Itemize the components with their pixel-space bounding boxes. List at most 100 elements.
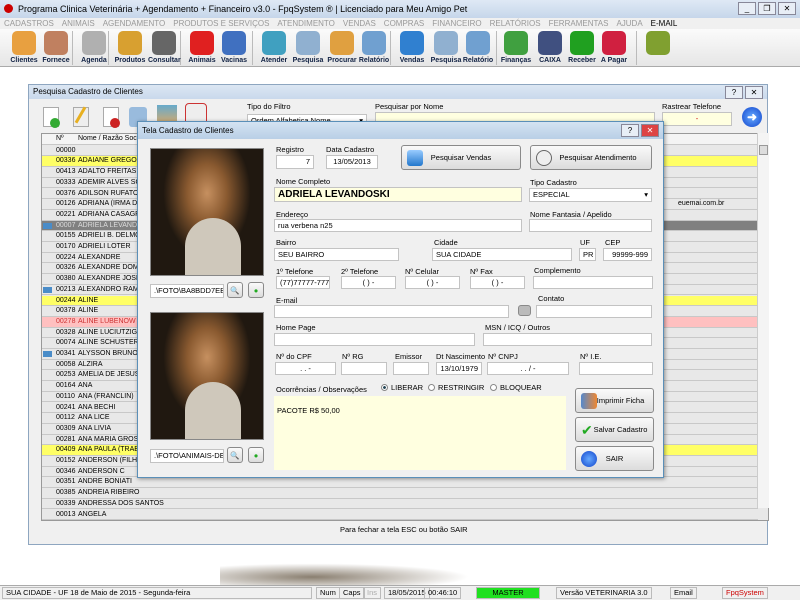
delete-doc-icon[interactable] — [103, 107, 120, 128]
toolbar-button-fornece[interactable]: Fornece — [40, 31, 72, 64]
name-search-label: Pesquisar por Nome — [375, 102, 444, 111]
toolbar-button-produtos[interactable]: Produtos — [114, 31, 146, 64]
cidade-field[interactable]: SUA CIDADE — [432, 248, 572, 261]
table-row[interactable]: 00339 ANDRESSA DOS SANTOS — [42, 499, 758, 510]
data-cadastro-field[interactable]: 13/05/2013 — [326, 155, 378, 169]
fax-field[interactable]: ( ) - — [470, 276, 525, 289]
table-row[interactable]: 00385 ANDREIA RIBEIRO — [42, 488, 758, 499]
menu-email[interactable]: E-MAIL — [651, 18, 678, 29]
registro-field[interactable]: 7 — [276, 155, 314, 169]
obs-textarea[interactable]: PACOTE R$ 50,00 — [274, 396, 566, 470]
close-button[interactable]: ✕ — [778, 2, 796, 15]
menu-item[interactable]: AJUDA — [616, 18, 642, 29]
toolbar-button-procurar[interactable]: Procurar — [326, 31, 358, 64]
minimize-button[interactable]: _ — [738, 2, 756, 15]
complemento-field[interactable] — [533, 276, 653, 289]
fantasia-field[interactable] — [529, 219, 652, 232]
toolbar-button-relatório[interactable]: Relatório — [358, 31, 390, 64]
cpf-field[interactable]: . . - — [275, 362, 336, 375]
toolbar-button-a pagar[interactable]: A Pagar — [598, 31, 630, 64]
dialog-help-button[interactable]: ? — [621, 124, 639, 137]
toolbar-button-clientes[interactable]: Clientes — [8, 31, 40, 64]
toolbar-button-finanças[interactable]: Finanças — [500, 31, 532, 64]
search-service-button[interactable]: Pesquisar Atendimento — [530, 145, 652, 170]
menu-item[interactable]: ANIMAIS — [62, 18, 95, 29]
photo1-search-button[interactable]: 🔍 — [227, 282, 243, 298]
close-search-button[interactable]: ✕ — [745, 86, 763, 99]
dialog-close-button[interactable]: ✕ — [641, 124, 659, 137]
photo2-search-button[interactable]: 🔍 — [227, 447, 243, 463]
table-row[interactable]: 00351 ANDRE BONIATI — [42, 477, 758, 489]
vertical-scrollbar[interactable] — [757, 133, 769, 508]
exit-button[interactable]: SAIR — [575, 446, 654, 471]
print-form-button[interactable]: Imprimir Ficha — [575, 388, 654, 413]
toolbar-button-caixa[interactable]: CAIXA — [534, 31, 566, 64]
tipo-select[interactable]: ESPECIAL ▾ — [529, 188, 652, 202]
edit-doc-icon[interactable] — [73, 106, 89, 127]
menu-item[interactable]: VENDAS — [343, 18, 376, 29]
menu-item[interactable]: RELATÓRIOS — [490, 18, 541, 29]
menu-item[interactable]: FERRAMENTAS — [549, 18, 609, 29]
cpf-label: Nº do CPF — [276, 352, 312, 361]
help-button[interactable]: ? — [725, 86, 743, 99]
finanças-icon — [504, 31, 528, 55]
tel2-field[interactable]: ( ) - — [341, 276, 396, 289]
toolbar-button-receber[interactable]: Receber — [566, 31, 598, 64]
homepage-field[interactable] — [274, 333, 475, 346]
send-email-button[interactable] — [518, 305, 531, 316]
cnpj-field[interactable]: . . / - — [487, 362, 569, 375]
toolbar-button-exit[interactable] — [642, 31, 674, 57]
cell-number: 00341 — [56, 350, 76, 357]
menu-item[interactable]: COMPRAS — [384, 18, 424, 29]
bairro-field[interactable]: SEU BAIRRO — [274, 248, 399, 261]
tel2-label: 2º Telefone — [341, 267, 379, 276]
menu-item[interactable]: ATENDIMENTO — [277, 18, 334, 29]
uf-field[interactable]: PR — [579, 248, 596, 261]
msn-field[interactable] — [483, 333, 652, 346]
toolbar-button-relatório[interactable]: Relatório — [462, 31, 494, 64]
toolbar-button-vacinas[interactable]: Vacinas — [218, 31, 250, 64]
cell-number: 00155 — [56, 232, 76, 240]
photo2-load-button[interactable]: ● — [248, 447, 264, 463]
cel-field[interactable]: ( ) - — [405, 276, 460, 289]
toolbar-button-pesquisa[interactable]: Pesquisa — [292, 31, 324, 64]
toolbar-button-vendas[interactable]: Vendas — [396, 31, 428, 64]
email-field[interactable] — [274, 305, 509, 318]
cell-number: 00376 — [56, 189, 76, 197]
cep-field[interactable]: 99999-999 — [603, 248, 652, 261]
maximize-button[interactable]: ❐ — [758, 2, 776, 15]
go-arrow-button[interactable]: ➜ — [742, 107, 762, 127]
search-sales-button[interactable]: Pesquisar Vendas — [401, 145, 521, 170]
contato-field[interactable] — [536, 305, 652, 318]
photo1-load-button[interactable]: ● — [248, 282, 264, 298]
nascimento-field[interactable]: 13/10/1979 — [436, 362, 482, 375]
toolbar-button-agenda[interactable]: Agenda — [78, 31, 110, 64]
table-row[interactable]: 00096ANGELA (TEDY) — [42, 520, 758, 521]
radio-liberar[interactable]: LIBERAR — [381, 383, 423, 392]
cell-email: euemai.com.br — [678, 200, 725, 208]
emissor-field[interactable] — [393, 362, 429, 375]
record-marker-icon — [43, 222, 52, 229]
nome-field[interactable]: ADRIELA LEVANDOSKI — [274, 187, 522, 202]
status-city-date: SUA CIDADE - UF 18 de Maio de 2015 - Seg… — [2, 587, 312, 599]
radio-restringir[interactable]: RESTRINGIR — [428, 383, 484, 392]
toolbar-button-pesquisa[interactable]: Pesquisa — [430, 31, 462, 64]
new-doc-icon[interactable] — [43, 107, 60, 128]
phone-track-input[interactable]: - — [662, 112, 732, 126]
rg-field[interactable] — [341, 362, 387, 375]
menu-item[interactable]: AGENDAMENTO — [103, 18, 166, 29]
tel1-field[interactable]: (77)77777-7777 — [276, 276, 330, 289]
toolbar-button-atender[interactable]: Atender — [258, 31, 290, 64]
table-row[interactable]: 00013 ANGELA — [42, 510, 758, 520]
status-email[interactable]: Email — [670, 587, 697, 599]
menu-item[interactable]: FINANCEIRO — [432, 18, 481, 29]
menu-item[interactable]: CADASTROS — [4, 18, 54, 29]
toolbar-button-consultar[interactable]: Consultar — [148, 31, 181, 64]
radio-bloquear[interactable]: BLOQUEAR — [490, 383, 542, 392]
endereco-field[interactable]: rua verbena n25 — [274, 219, 522, 232]
toolbar-button-animais[interactable]: Animais — [186, 31, 218, 64]
toolbar-separator — [636, 31, 637, 65]
menu-item[interactable]: PRODUTOS E SERVIÇOS — [173, 18, 269, 29]
ie-field[interactable] — [579, 362, 653, 375]
save-button[interactable]: ✔ Salvar Cadastro — [575, 417, 654, 442]
